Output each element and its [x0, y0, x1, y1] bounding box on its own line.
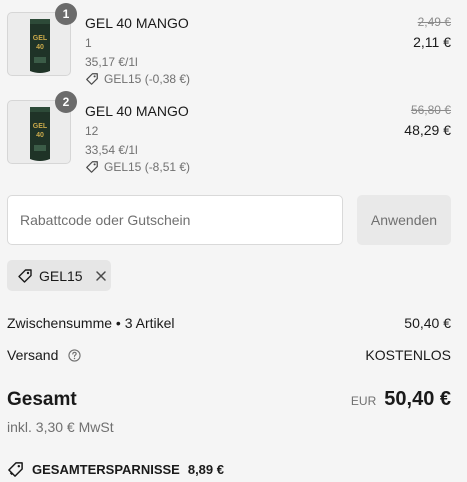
cart-item: GEL 40 1 GEL 40 MANGO 1 35,17 €/1l GEL15… [0, 3, 467, 100]
applied-code-label: GEL15 [39, 267, 83, 284]
tag-icon [18, 268, 32, 283]
product-name: GEL 40 MANGO [85, 15, 189, 31]
currency-code: EUR [350, 394, 377, 408]
discounted-price: 2,11 € [413, 34, 451, 50]
apply-button[interactable]: Anwenden [357, 195, 451, 245]
svg-text:GEL: GEL [33, 123, 48, 130]
product-quantity: 12 [85, 124, 99, 138]
product-quantity: 1 [85, 36, 92, 50]
svg-text:GEL: GEL [33, 35, 48, 42]
quantity-badge: 1 [55, 3, 77, 25]
total-value: 50,40 € [384, 388, 451, 410]
tag-icon [86, 161, 98, 173]
savings-label: GESAMTERSPARNISSE [32, 462, 180, 477]
svg-text:40: 40 [36, 44, 44, 51]
shipping-row: Versand KOSTENLOS [7, 347, 451, 365]
vat-note: inkl. 3,30 € MwSt [7, 419, 114, 435]
unit-price: 35,17 €/1l [85, 55, 138, 69]
savings-tag-icon [8, 462, 23, 477]
quantity-badge: 2 [55, 91, 77, 113]
total-label: Gesamt [7, 389, 77, 410]
shipping-label: Versand [7, 347, 59, 363]
subtotal-row: Zwischensumme • 3 Artikel 50,40 € [7, 315, 451, 331]
cart-item: GEL 40 2 GEL 40 MANGO 12 33,54 €/1l GEL1… [0, 91, 467, 188]
tag-icon [86, 73, 98, 85]
savings-value: 8,89 € [187, 462, 224, 477]
unit-price: 33,54 €/1l [85, 143, 138, 157]
item-discount-text: GEL15 (-0,38 €) [104, 72, 191, 86]
original-price: 56,80 € [410, 103, 451, 117]
remove-code-button[interactable] [95, 270, 107, 282]
item-discount: GEL15 (-0,38 €) [85, 72, 190, 86]
discount-code-input[interactable] [7, 195, 343, 245]
subtotal-label: Zwischensumme • 3 Artikel [7, 315, 175, 331]
item-discount: GEL15 (-8,51 €) [85, 160, 190, 174]
discounted-price: 48,29 € [404, 122, 451, 138]
subtotal-value: 50,40 € [404, 315, 451, 331]
help-icon[interactable] [68, 349, 81, 365]
close-icon [95, 270, 106, 281]
product-name: GEL 40 MANGO [85, 103, 189, 119]
item-discount-text: GEL15 (-8,51 €) [104, 160, 191, 174]
svg-text:40: 40 [36, 132, 44, 139]
total-savings: GESAMTERSPARNISSE 8,89 € [7, 461, 224, 478]
applied-discount-chip: GEL15 [7, 260, 111, 291]
total-amount: EUR 50,40 € [351, 388, 451, 411]
original-price: 2,49 € [417, 15, 451, 29]
shipping-value: KOSTENLOS [365, 347, 451, 363]
